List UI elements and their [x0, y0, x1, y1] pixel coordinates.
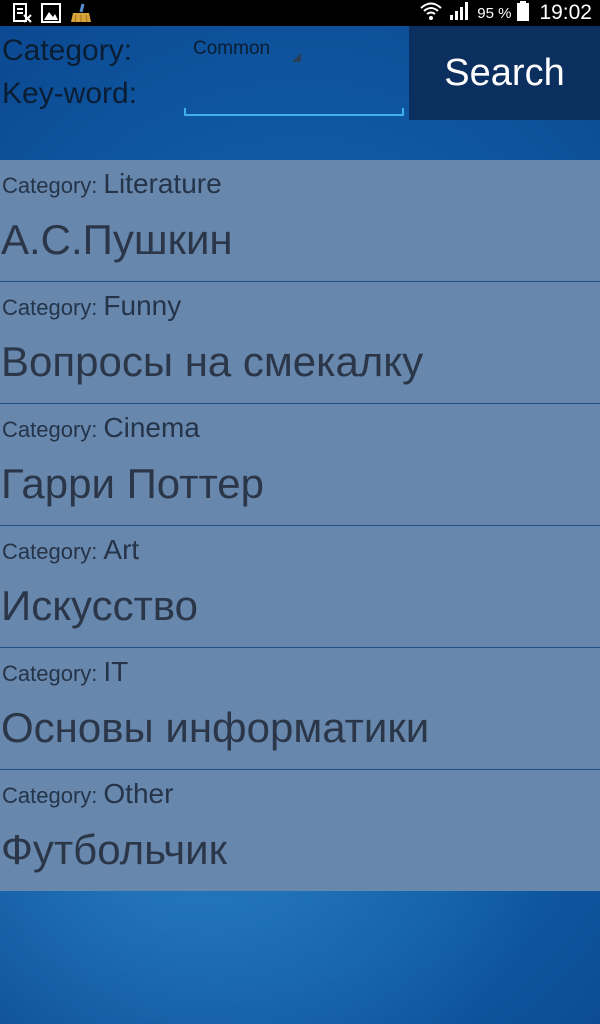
image-icon	[41, 3, 61, 23]
keyword-input[interactable]	[184, 82, 404, 116]
item-title: Искусство	[1, 582, 198, 629]
input-underline-tick-right	[402, 108, 404, 116]
list-item[interactable]: Category: Literature А.С.Пушкин	[0, 160, 600, 282]
item-category-line: Category: Literature	[2, 168, 222, 200]
item-category-line: Category: Other	[2, 778, 173, 810]
item-category-name: Cinema	[103, 412, 200, 443]
spinner-arrow-icon	[292, 53, 301, 62]
item-category-line: Category: Cinema	[2, 412, 200, 444]
item-category-line: Category: Funny	[2, 290, 181, 322]
list-item[interactable]: Category: Cinema Гарри Поттер	[0, 404, 600, 526]
signal-icon	[449, 1, 471, 26]
results-list: Category: Literature А.С.Пушкин Category:…	[0, 160, 600, 891]
input-underline-tick-left	[184, 108, 186, 116]
item-category-prefix: Category:	[2, 661, 98, 686]
search-button[interactable]: Search	[409, 26, 600, 120]
search-form: Category: Key-word: Common Search	[0, 26, 600, 160]
list-item[interactable]: Category: IT Основы информатики	[0, 648, 600, 770]
status-time: 19:02	[539, 1, 592, 24]
item-title: Основы информатики	[1, 704, 430, 751]
category-spinner-value: Common	[193, 38, 271, 59]
item-category-name: Other	[103, 778, 174, 809]
item-category-line: Category: Art	[2, 534, 139, 566]
list-item[interactable]: Category: Funny Вопросы на смекалку	[0, 282, 600, 404]
item-category-prefix: Category:	[2, 295, 98, 320]
wifi-icon	[419, 1, 443, 26]
list-item[interactable]: Category: Art Искусство	[0, 526, 600, 648]
item-title: Гарри Поттер	[1, 460, 264, 507]
item-category-prefix: Category:	[2, 783, 98, 808]
cleaner-broom-icon	[69, 3, 93, 23]
category-spinner[interactable]: Common	[185, 34, 305, 66]
battery-percentage: 95 %	[477, 4, 512, 22]
item-category-prefix: Category:	[2, 173, 98, 198]
item-title: Вопросы на смекалку	[1, 338, 424, 385]
item-category-prefix: Category:	[2, 539, 98, 564]
item-title: А.С.Пушкин	[1, 216, 233, 263]
item-category-name: IT	[103, 656, 129, 687]
item-category-name: Funny	[103, 290, 182, 321]
item-title: Футбольчик	[1, 826, 227, 873]
list-item[interactable]: Category: Other Футбольчик	[0, 770, 600, 891]
keyword-label: Key-word:	[2, 77, 138, 110]
item-category-name: Literature	[103, 168, 222, 199]
sim-card-icon	[12, 3, 32, 23]
status-bar: 95 % 19:02	[0, 0, 600, 26]
category-label: Category:	[2, 34, 133, 67]
item-category-prefix: Category:	[2, 417, 98, 442]
battery-icon	[517, 0, 530, 26]
item-category-line: Category: IT	[2, 656, 128, 688]
item-category-name: Art	[103, 534, 140, 565]
